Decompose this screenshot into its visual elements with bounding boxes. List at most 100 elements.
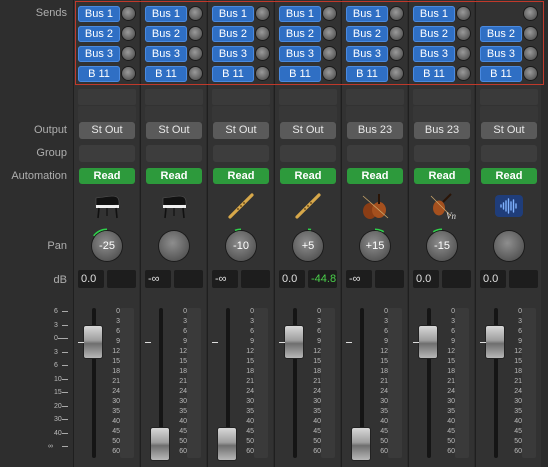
- output-selector[interactable]: Bus 23: [347, 122, 403, 139]
- send-level-knob[interactable]: [323, 67, 336, 80]
- output-selector[interactable]: St Out: [213, 122, 269, 139]
- send-level-knob[interactable]: [390, 67, 403, 80]
- fader-handle[interactable]: [285, 326, 303, 358]
- send-level-knob[interactable]: [189, 67, 202, 80]
- output-selector[interactable]: Bus 23: [414, 122, 470, 139]
- send-level-knob[interactable]: [457, 67, 470, 80]
- empty-send-slot[interactable]: [212, 106, 270, 122]
- send-button[interactable]: Bus 2: [413, 26, 455, 42]
- fader-handle[interactable]: [419, 326, 437, 358]
- send-level-knob[interactable]: [524, 67, 537, 80]
- empty-send-slot[interactable]: [78, 106, 136, 122]
- automation-mode-button[interactable]: Read: [280, 168, 336, 184]
- group-selector[interactable]: [213, 145, 269, 162]
- group-selector[interactable]: [146, 145, 202, 162]
- send-button[interactable]: Bus 2: [279, 26, 321, 42]
- volume-readout[interactable]: 0.0: [78, 270, 104, 288]
- send-level-knob[interactable]: [390, 27, 403, 40]
- pan-knob[interactable]: [159, 231, 189, 261]
- empty-send-slot[interactable]: [78, 89, 136, 105]
- fader-handle[interactable]: [84, 326, 102, 358]
- empty-send-slot[interactable]: [145, 89, 203, 105]
- send-button[interactable]: Bus 1: [413, 6, 455, 22]
- automation-mode-button[interactable]: Read: [481, 168, 537, 184]
- empty-send-slot[interactable]: [212, 89, 270, 105]
- send-level-knob[interactable]: [256, 7, 269, 20]
- automation-mode-button[interactable]: Read: [213, 168, 269, 184]
- group-selector[interactable]: [280, 145, 336, 162]
- group-selector[interactable]: [481, 145, 537, 162]
- send-button[interactable]: Bus 1: [346, 6, 388, 22]
- send-button[interactable]: B 11: [78, 66, 120, 82]
- send-button[interactable]: B 11: [480, 66, 522, 82]
- send-level-knob[interactable]: [457, 7, 470, 20]
- send-level-knob[interactable]: [256, 67, 269, 80]
- fader-handle[interactable]: [486, 326, 504, 358]
- empty-send-slot[interactable]: [346, 89, 404, 105]
- peak-readout[interactable]: -44.8: [308, 270, 337, 288]
- send-button[interactable]: Bus 3: [480, 46, 522, 62]
- empty-send-slot[interactable]: [480, 89, 538, 105]
- peak-readout[interactable]: [241, 270, 270, 288]
- output-selector[interactable]: St Out: [79, 122, 135, 139]
- send-button[interactable]: Bus 2: [346, 26, 388, 42]
- send-level-knob[interactable]: [256, 27, 269, 40]
- send-button[interactable]: Bus 3: [212, 46, 254, 62]
- automation-mode-button[interactable]: Read: [79, 168, 135, 184]
- empty-send-slot[interactable]: [279, 89, 337, 105]
- peak-readout[interactable]: [442, 270, 471, 288]
- send-level-knob[interactable]: [122, 47, 135, 60]
- send-level-knob[interactable]: [524, 47, 537, 60]
- send-level-knob[interactable]: [323, 47, 336, 60]
- send-button[interactable]: Bus 2: [212, 26, 254, 42]
- pan-knob[interactable]: [494, 231, 524, 261]
- send-button[interactable]: Bus 1: [279, 6, 321, 22]
- peak-readout[interactable]: [509, 270, 538, 288]
- send-button[interactable]: Bus 2: [145, 26, 187, 42]
- output-selector[interactable]: St Out: [481, 122, 537, 139]
- send-level-knob[interactable]: [189, 7, 202, 20]
- automation-mode-button[interactable]: Read: [347, 168, 403, 184]
- peak-readout[interactable]: [107, 270, 136, 288]
- send-level-knob[interactable]: [122, 67, 135, 80]
- send-button[interactable]: B 11: [279, 66, 321, 82]
- send-level-knob[interactable]: [457, 27, 470, 40]
- fader-handle[interactable]: [218, 428, 236, 460]
- pan-knob[interactable]: +5: [293, 231, 323, 261]
- empty-send-slot[interactable]: [346, 106, 404, 122]
- empty-send-slot[interactable]: [413, 106, 471, 122]
- send-button[interactable]: Bus 2: [480, 26, 522, 42]
- automation-mode-button[interactable]: Read: [414, 168, 470, 184]
- send-level-knob[interactable]: [457, 47, 470, 60]
- send-level-knob[interactable]: [122, 27, 135, 40]
- send-level-knob[interactable]: [122, 7, 135, 20]
- send-button[interactable]: B 11: [212, 66, 254, 82]
- output-selector[interactable]: St Out: [280, 122, 336, 139]
- pan-knob[interactable]: -10: [226, 231, 256, 261]
- send-button[interactable]: Bus 3: [346, 46, 388, 62]
- volume-readout[interactable]: 0.0: [413, 270, 439, 288]
- send-button[interactable]: B 11: [145, 66, 187, 82]
- send-level-knob[interactable]: [524, 7, 537, 20]
- pan-knob[interactable]: -15: [427, 231, 457, 261]
- send-button[interactable]: Bus 3: [78, 46, 120, 62]
- volume-readout[interactable]: 0.0: [279, 270, 305, 288]
- peak-readout[interactable]: [174, 270, 203, 288]
- pan-knob[interactable]: -25: [92, 231, 122, 261]
- group-selector[interactable]: [414, 145, 470, 162]
- group-selector[interactable]: [79, 145, 135, 162]
- send-level-knob[interactable]: [390, 47, 403, 60]
- send-level-knob[interactable]: [189, 27, 202, 40]
- group-selector[interactable]: [347, 145, 403, 162]
- send-button[interactable]: Bus 1: [145, 6, 187, 22]
- pan-knob[interactable]: +15: [360, 231, 390, 261]
- empty-send-slot[interactable]: [279, 106, 337, 122]
- empty-send-slot[interactable]: [480, 106, 538, 122]
- send-level-knob[interactable]: [189, 47, 202, 60]
- volume-readout[interactable]: 0.0: [480, 270, 506, 288]
- send-level-knob[interactable]: [524, 27, 537, 40]
- send-button[interactable]: B 11: [413, 66, 455, 82]
- send-button[interactable]: Bus 2: [78, 26, 120, 42]
- fader-handle[interactable]: [151, 428, 169, 460]
- empty-send-slot[interactable]: [145, 106, 203, 122]
